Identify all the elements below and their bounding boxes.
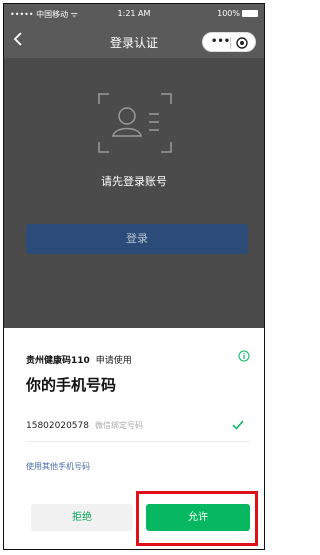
info-icon[interactable]: [238, 350, 250, 362]
divider: [26, 441, 250, 442]
capsule-divider: [230, 37, 231, 49]
reject-button[interactable]: 拒绝: [31, 504, 133, 531]
app-name: 贵州健康码110: [26, 356, 90, 366]
phone-frame: ••••• 中国移动 ᯤ 1:21 AM 100% 登录认证 ••• 请先登录账…: [3, 3, 265, 550]
battery-icon: [242, 10, 258, 17]
phone-tag: 微信绑定号码: [95, 421, 143, 430]
login-prompt: 请先登录账号: [101, 175, 167, 188]
navigation-bar: 登录认证 •••: [4, 24, 264, 58]
battery-status: 100%: [217, 9, 258, 18]
sheet-title: 你的手机号码: [26, 376, 117, 394]
more-dots-icon[interactable]: •••: [211, 36, 230, 47]
battery-percent: 100%: [217, 9, 240, 18]
user-id-card-icon: [98, 93, 172, 153]
mini-program-capsule: •••: [202, 32, 256, 52]
request-text: 申请使用: [95, 356, 132, 366]
check-icon: [232, 420, 244, 430]
use-other-number-link[interactable]: 使用其他手机号码: [26, 461, 90, 472]
highlight-annotation-box: [136, 491, 258, 546]
status-bar: ••••• 中国移动 ᯤ 1:21 AM 100%: [4, 4, 264, 24]
target-close-icon[interactable]: [236, 37, 248, 49]
phone-number: 15802020578: [26, 421, 89, 431]
requesting-app: 贵州健康码110 申请使用: [26, 353, 132, 366]
login-button[interactable]: 登录: [26, 224, 248, 254]
phone-option[interactable]: 15802020578 微信绑定号码: [26, 420, 143, 431]
